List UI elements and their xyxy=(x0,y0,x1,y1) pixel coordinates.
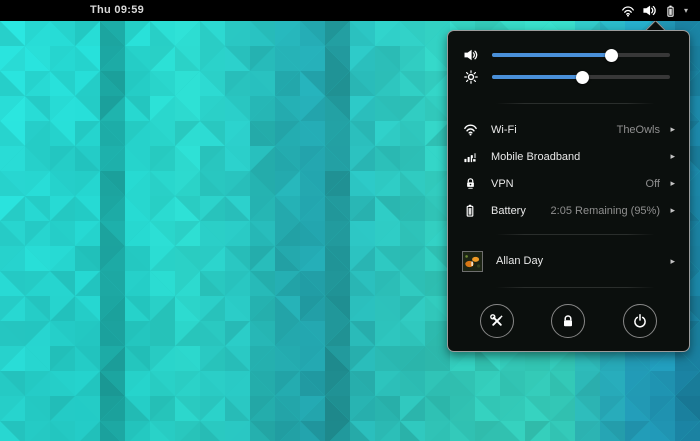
volume-slider-fill xyxy=(492,53,611,57)
speaker-icon xyxy=(463,47,479,63)
crossed-tools-icon xyxy=(489,313,505,329)
separator xyxy=(496,287,655,288)
submenu-arrow-icon: ▸ xyxy=(667,125,675,134)
brightness-slider-fill xyxy=(492,75,583,79)
brightness-icon xyxy=(463,69,479,85)
clock[interactable]: Thu 09:59 xyxy=(90,0,144,21)
signal-bars-icon xyxy=(462,149,478,165)
menu-item-vpn[interactable]: VPN Off ▸ xyxy=(448,170,689,197)
menu-item-wifi[interactable]: Wi-Fi TheOwls ▸ xyxy=(448,116,689,143)
menu-item-status: TheOwls xyxy=(617,124,667,136)
menu-item-label: Mobile Broadband xyxy=(491,151,580,163)
vpn-lock-icon xyxy=(462,176,478,192)
power-button[interactable] xyxy=(623,304,657,338)
caret-down-icon: ▾ xyxy=(684,0,688,21)
lock-button[interactable] xyxy=(551,304,585,338)
menu-item-label: Battery xyxy=(491,205,526,217)
user-name: Allan Day xyxy=(496,255,543,267)
settings-button[interactable] xyxy=(480,304,514,338)
menu-item-mobile-broadband[interactable]: Mobile Broadband ▸ xyxy=(448,143,689,170)
volume-icon xyxy=(642,3,657,18)
wifi-icon xyxy=(621,4,635,18)
separator xyxy=(496,234,655,235)
top-bar: Thu 09:59 ▾ xyxy=(0,0,700,21)
volume-slider-handle[interactable] xyxy=(605,49,618,62)
submenu-arrow-icon: ▸ xyxy=(667,152,675,161)
volume-slider[interactable] xyxy=(492,53,670,57)
power-icon xyxy=(632,313,648,329)
menu-item-label: Wi-Fi xyxy=(491,124,517,136)
separator xyxy=(496,103,655,104)
menu-item-list: Wi-Fi TheOwls ▸ xyxy=(448,116,689,224)
menu-item-battery[interactable]: Battery 2:05 Remaining (95%) ▸ xyxy=(448,197,689,224)
wifi-icon xyxy=(462,122,478,138)
submenu-arrow-icon: ▸ xyxy=(667,206,675,215)
desktop: Thu 09:59 ▾ xyxy=(0,0,700,441)
menu-item-label: VPN xyxy=(491,178,514,190)
brightness-slider-handle[interactable] xyxy=(576,71,589,84)
user-avatar xyxy=(462,251,483,272)
lock-icon xyxy=(560,313,576,329)
submenu-arrow-icon: ▸ xyxy=(667,257,675,266)
system-status-menu: Wi-Fi TheOwls ▸ xyxy=(447,30,690,352)
menu-item-status: 2:05 Remaining (95%) xyxy=(551,205,667,217)
menu-item-status: Off xyxy=(646,178,667,190)
battery-icon xyxy=(664,4,677,18)
submenu-arrow-icon: ▸ xyxy=(667,179,675,188)
battery-icon xyxy=(462,203,478,219)
system-status-area[interactable]: ▾ xyxy=(621,0,688,21)
menu-item-user[interactable]: Allan Day ▸ xyxy=(448,243,689,279)
brightness-slider[interactable] xyxy=(492,75,670,79)
